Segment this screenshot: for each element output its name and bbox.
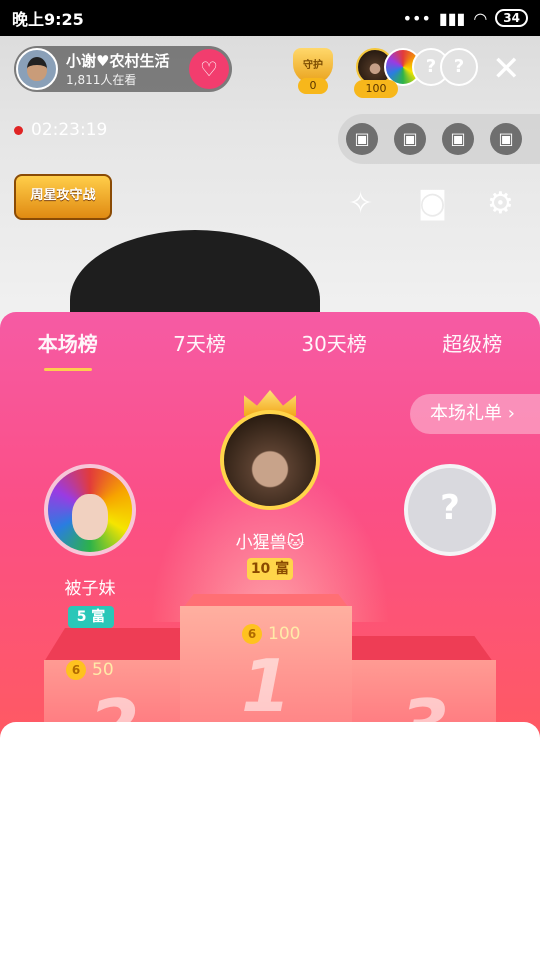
camera-switch-icon[interactable]: ◙	[418, 186, 447, 221]
live-timer: 02:23:19	[14, 120, 107, 140]
coin-icon: 6	[66, 660, 86, 680]
top-viewer-count: 100	[354, 80, 398, 98]
rank-2-name: 被子妹	[64, 579, 116, 599]
magic-wand-icon[interactable]: ✧	[348, 186, 373, 221]
host-avatar[interactable]	[16, 48, 58, 90]
rank-1-name: 小猩兽🐱	[235, 533, 305, 553]
tab-7days[interactable]: 7天榜	[169, 322, 230, 363]
rank-1-coin-value: 100	[268, 624, 301, 644]
follow-button[interactable]: ♡	[189, 49, 229, 89]
weekly-star-badge[interactable]: 周星攻守战	[14, 174, 112, 220]
rank-2-coin-value: 50	[92, 660, 114, 680]
rank-2-coins: 6 50	[66, 660, 114, 680]
sofa-icon[interactable]: ▣	[394, 123, 426, 155]
guard-count: 0	[298, 78, 328, 94]
rank-1-avatar[interactable]	[220, 410, 320, 510]
timer-text: 02:23:19	[31, 120, 108, 140]
status-time: 晚上9:25	[12, 10, 84, 29]
sofa-icon[interactable]: ▣	[442, 123, 474, 155]
tab-30days[interactable]: 30天榜	[297, 322, 370, 363]
signal-icon: ▮▮▮	[438, 8, 466, 28]
podium-2-top	[44, 628, 184, 662]
host-card[interactable]: 小谢♥农村生活 1,811人在看 ♡	[14, 46, 232, 92]
tab-super[interactable]: 超级榜	[438, 322, 506, 363]
battery-icon: 34	[495, 9, 528, 27]
sofa-icon[interactable]: ▣	[346, 123, 378, 155]
live-dot-icon	[14, 125, 23, 135]
close-icon[interactable]: ✕	[492, 52, 521, 86]
guard-badge[interactable]: 守护 0	[290, 48, 336, 94]
rank-2-rich-badge: 5 富	[68, 606, 114, 628]
dots-icon: •••	[402, 8, 431, 28]
empty-avatar: ?	[440, 48, 478, 86]
podium-number-1: 1	[240, 644, 292, 728]
wifi-icon: ◠	[473, 8, 488, 28]
bottom-sheet	[0, 722, 540, 960]
rank-3-avatar: ?	[404, 464, 496, 556]
seat-bar: ▣ ▣ ▣ ▣	[338, 114, 540, 164]
status-bar: 晚上9:25 ••• ▮▮▮ ◠ 34	[0, 0, 540, 36]
gear-icon[interactable]: ⚙	[487, 186, 514, 221]
rank-1-coins: 6 100	[242, 624, 300, 644]
coin-icon: 6	[242, 624, 262, 644]
sofa-icon[interactable]: ▣	[490, 123, 522, 155]
ranking-tabs: 本场榜 7天榜 30天榜 超级榜	[0, 312, 540, 372]
rank-1-rich-badge: 10 富	[247, 558, 293, 580]
host-name: 小谢♥农村生活	[66, 52, 170, 70]
heart-plus-icon: ♡	[200, 57, 218, 81]
host-info: 小谢♥农村生活 1,811人在看	[66, 50, 189, 88]
viewer-count: 1,811人在看	[66, 73, 137, 87]
rank-2-avatar[interactable]	[44, 464, 136, 556]
gift-list-button[interactable]: 本场礼单 ›	[410, 394, 540, 434]
tab-current[interactable]: 本场榜	[34, 322, 102, 371]
status-icons: ••• ▮▮▮ ◠ 34	[403, 9, 528, 28]
